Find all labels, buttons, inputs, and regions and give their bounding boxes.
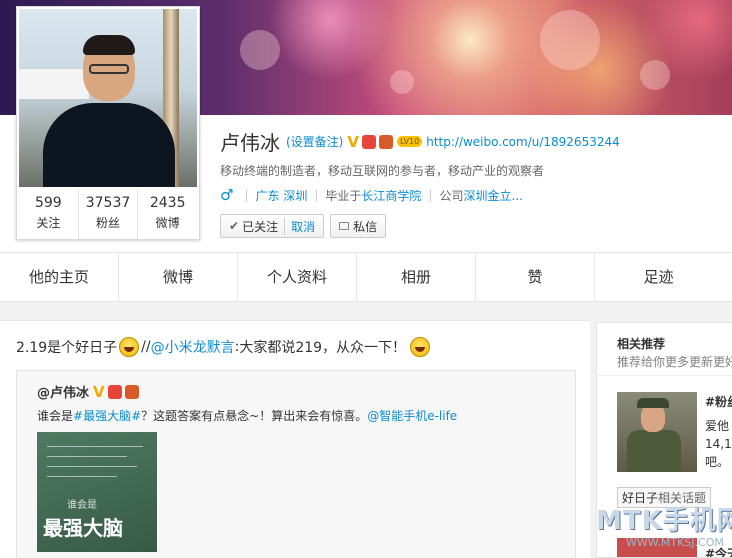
stat-label: 微博 <box>155 216 180 230</box>
panel-subtitle: 推荐给你更多更新更好 <box>617 355 732 369</box>
vip-icon[interactable] <box>361 134 376 149</box>
recommendation-title-link[interactable]: #粉丝 <box>705 393 732 410</box>
watermark-logo: MTK手机网 <box>596 506 732 536</box>
stat-number: 37537 <box>85 195 131 211</box>
repost-separator: // <box>141 339 151 355</box>
weibo-count[interactable]: 2435 微博 <box>138 189 197 239</box>
bokeh-light <box>640 60 670 90</box>
company-prefix: 公司 <box>439 188 464 203</box>
message-button[interactable]: 私信 <box>330 214 387 238</box>
mention-link[interactable]: @智能手机e-life <box>367 409 457 423</box>
followers-count[interactable]: 37537 粉丝 <box>79 189 139 239</box>
tab-profile-info[interactable]: 个人资料 <box>238 253 357 301</box>
meta-divider: | <box>428 188 433 202</box>
repost-text-part: 谁会是 <box>37 409 74 423</box>
envelope-icon <box>339 222 350 230</box>
image-caption-big: 最强大脑 <box>43 516 123 540</box>
medal-icon[interactable] <box>378 134 393 149</box>
tab-footprints[interactable]: 足迹 <box>595 253 722 301</box>
message-label: 私信 <box>353 219 378 234</box>
reposted-content: @卢伟冰 V 谁会是#最强大脑#？这题答案有点悬念~！算出来会有惊喜。@智能手机… <box>16 370 576 558</box>
post-text: 2.19是个好日子 // @小米龙默言 : 大家都说219，从众一下！ <box>16 337 432 357</box>
profile-name: 卢伟冰 <box>220 131 280 155</box>
avatar-body <box>43 103 175 187</box>
followed-label: 已关注 <box>242 219 279 234</box>
hashtag-link[interactable]: #最强大脑# <box>73 409 141 423</box>
profile-tabs: 他的主页 微博 个人资料 相册 赞 足迹 <box>0 252 732 302</box>
chalk-line <box>47 456 127 457</box>
avatar-card: 599 关注 37537 粉丝 2435 微博 <box>16 6 200 240</box>
avatar[interactable] <box>19 9 197 187</box>
stat-label: 粉丝 <box>96 216 121 230</box>
chalk-line <box>47 466 137 467</box>
site-watermark: MTK手机网 WWW.MTKSJ.COM <box>596 500 732 558</box>
company-link[interactable]: 深圳金立... <box>463 187 522 204</box>
profile-meta: ♂ | 广东 深圳 | 毕业于 长江商学院 | 公司 深圳金立... <box>220 186 523 204</box>
thumb-face <box>641 404 665 432</box>
post-text-part: 大家都说219，从众一下！ <box>239 340 407 356</box>
stat-label: 关注 <box>36 216 61 230</box>
tab-likes[interactable]: 赞 <box>476 253 595 301</box>
repost-author-link[interactable]: @卢伟冰 <box>37 382 89 401</box>
vip-icon[interactable] <box>107 384 122 399</box>
chalk-line <box>47 446 143 447</box>
education-prefix: 毕业于 <box>325 188 362 203</box>
repost-image[interactable]: 谁会是 最强大脑 <box>37 432 157 552</box>
thumb-cap <box>637 398 669 408</box>
tab-home[interactable]: 他的主页 <box>0 253 119 301</box>
chalk-line <box>47 476 117 477</box>
level-badge[interactable]: LV10 <box>396 136 423 147</box>
repost-text: 谁会是#最强大脑#？这题答案有点悬念~！算出来会有惊喜。@智能手机e-life <box>37 407 457 424</box>
mention-link[interactable]: @小米龙默言 <box>151 337 235 357</box>
medal-icon[interactable] <box>124 384 139 399</box>
verified-badge-icon[interactable]: V <box>347 133 359 151</box>
repost-text-part: ？这题答案有点悬念~！算出来会有惊喜。 <box>141 409 368 423</box>
stat-number: 2435 <box>149 195 186 211</box>
bokeh-light <box>240 30 280 70</box>
feed-post: 2.19是个好日子 // @小米龙默言 : 大家都说219，从众一下！ @卢伟冰… <box>0 320 590 558</box>
verified-badge-icon[interactable]: V <box>93 383 105 401</box>
tab-weibo[interactable]: 微博 <box>119 253 238 301</box>
avatar-hair <box>83 35 135 55</box>
avatar-background-boat <box>19 69 89 99</box>
recommendation-description: 爱他 14,1 吧。 <box>705 419 732 469</box>
repost-author-row: @卢伟冰 V <box>37 382 139 401</box>
tab-album[interactable]: 相册 <box>357 253 476 301</box>
thumb-coat <box>627 430 681 472</box>
meta-divider: | <box>314 188 319 202</box>
set-remark-link[interactable]: (设置备注) <box>286 133 343 150</box>
watermark-url: WWW.MTKSJ.COM <box>626 536 724 549</box>
male-icon: ♂ <box>220 186 234 204</box>
profile-stats: 599 关注 37537 粉丝 2435 微博 <box>19 189 197 239</box>
followed-button[interactable]: ✔ 已关注 取消 <box>220 214 325 238</box>
stat-number: 599 <box>34 195 62 211</box>
panel-divider <box>597 375 732 376</box>
avatar-glasses <box>89 64 129 74</box>
profile-url-link[interactable]: http://weibo.com/u/1892653244 <box>426 135 620 149</box>
recommendation-thumbnail[interactable] <box>617 392 697 472</box>
unfollow-link[interactable]: 取消 <box>284 217 315 235</box>
following-count[interactable]: 599 关注 <box>19 189 79 239</box>
profile-name-row: 卢伟冰 (设置备注) V LV10 http://weibo.com/u/189… <box>220 127 620 156</box>
school-link[interactable]: 长江商学院 <box>361 187 421 204</box>
bokeh-light <box>540 10 600 70</box>
profile-actions: ✔ 已关注 取消 私信 <box>220 214 392 238</box>
panel-title: 相关推荐 <box>617 337 666 351</box>
bokeh-light <box>390 70 414 94</box>
grin-emoji-icon <box>119 337 140 357</box>
check-icon: ✔ <box>229 219 240 233</box>
image-caption-small: 谁会是 <box>67 500 97 511</box>
post-text-part: 2.19是个好日子 <box>16 340 118 356</box>
laugh-emoji-icon <box>410 337 431 357</box>
profile-bio: 移动终端的制造者，移动互联网的参与者，移动产业的观察者 <box>220 164 545 178</box>
location-link[interactable]: 广东 深圳 <box>256 187 308 204</box>
meta-divider: | <box>244 188 249 202</box>
